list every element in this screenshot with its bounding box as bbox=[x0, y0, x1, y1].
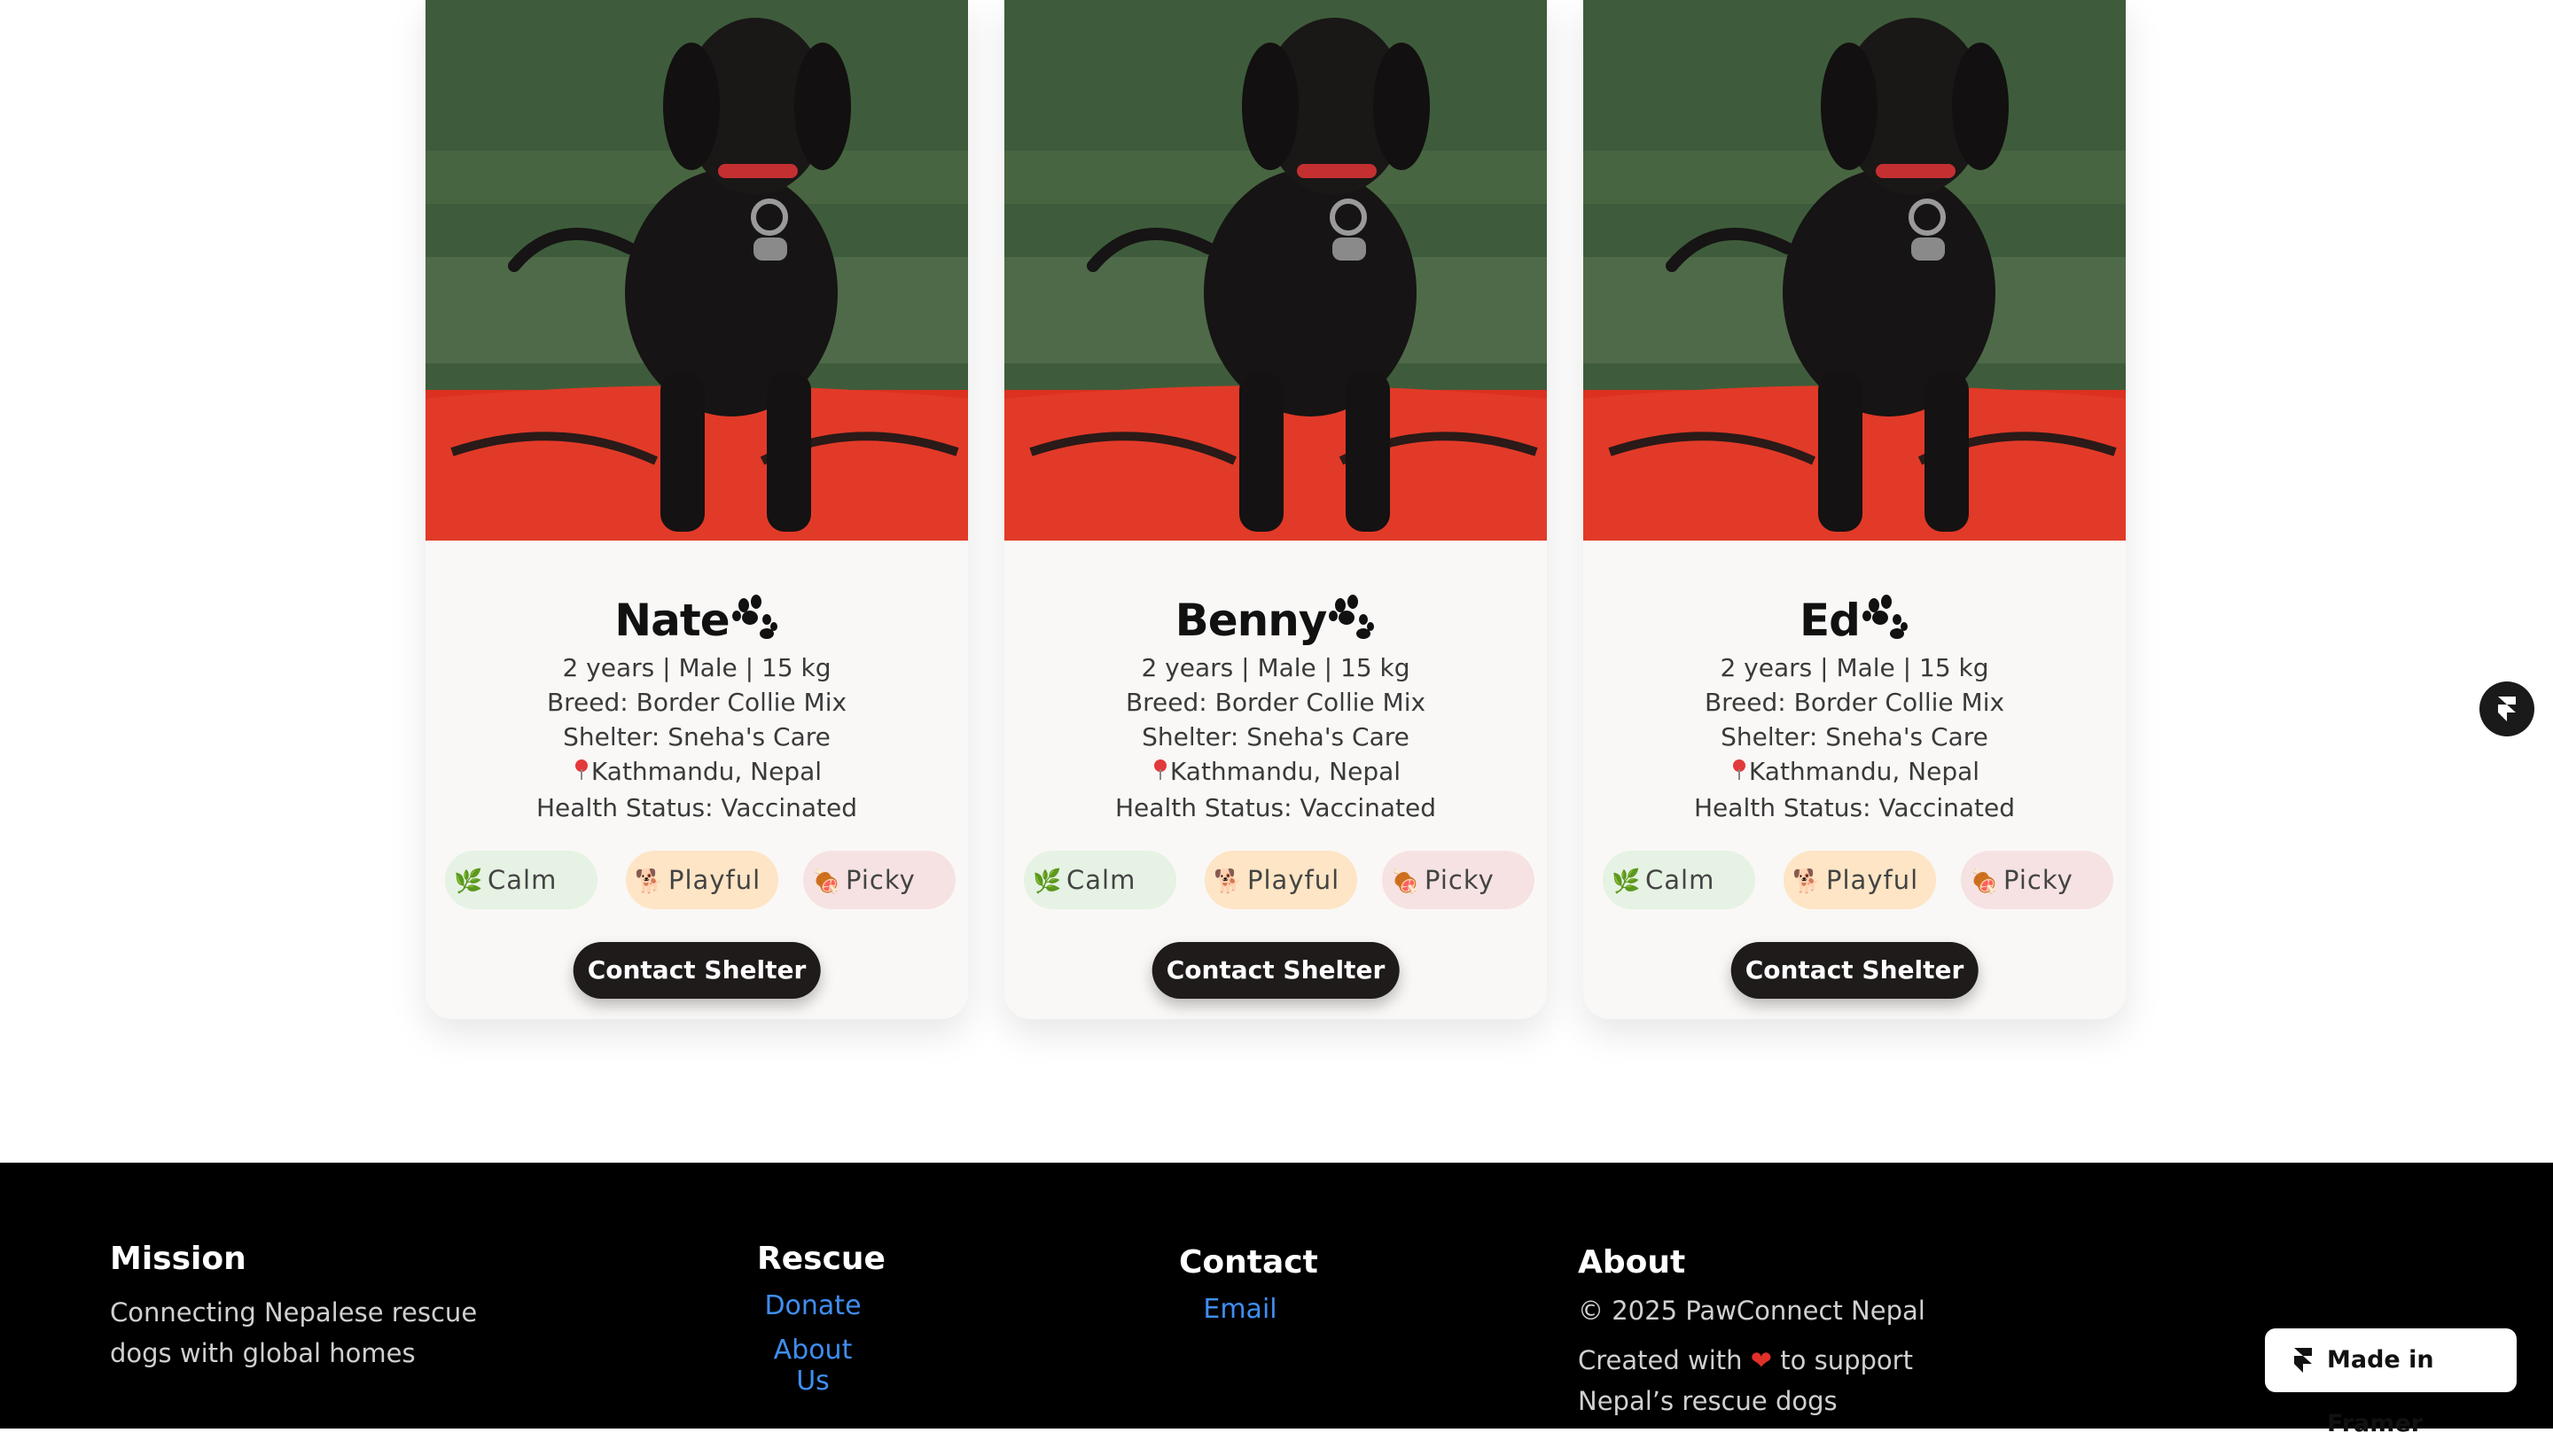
contact-shelter-button[interactable]: Contact Shelter bbox=[573, 942, 821, 999]
paw-prints-icon bbox=[1862, 594, 1909, 654]
dog-photo bbox=[1583, 0, 2126, 541]
black-puppy-on-red-kayak-photo bbox=[426, 0, 968, 541]
tag-playful: 🐕 Playful bbox=[626, 851, 778, 909]
footer-donate-link[interactable]: Donate bbox=[757, 1290, 869, 1321]
temperament-tags: 🌿 Calm 🐕 Playful 🍖 Picky bbox=[1024, 851, 1534, 909]
framer-floating-button[interactable] bbox=[2479, 681, 2534, 736]
footer-contact-heading: Contact bbox=[1179, 1244, 1318, 1281]
tag-calm: 🌿 Calm bbox=[445, 851, 597, 909]
meat-icon: 🍖 bbox=[812, 868, 842, 895]
tag-picky: 🍖 Picky bbox=[803, 851, 956, 909]
dog-shelter: Shelter: Sneha's Care bbox=[1142, 722, 1409, 751]
contact-shelter-button[interactable]: Contact Shelter bbox=[1152, 942, 1400, 999]
contact-shelter-button[interactable]: Contact Shelter bbox=[1730, 942, 1979, 999]
footer-about-heading: About bbox=[1578, 1244, 1686, 1281]
pin-icon bbox=[1151, 756, 1170, 790]
footer-copyright: © 2025 PawConnect Nepal bbox=[1578, 1296, 1925, 1326]
dog-info: Ed 2 years | Male | 15 kg Breed: Border … bbox=[1583, 541, 2126, 825]
footer-mission-text: Connecting Nepalese rescue dogs with glo… bbox=[110, 1297, 478, 1368]
dog-meta: 2 years | Male | 15 kg bbox=[562, 653, 831, 682]
leaf-icon: 🌿 bbox=[454, 868, 484, 895]
dog-info: Benny 2 years | Male | 15 kg Breed: Bord… bbox=[1004, 541, 1547, 825]
black-puppy-on-red-kayak-photo bbox=[1583, 0, 2126, 541]
paw-prints-icon bbox=[1328, 594, 1376, 654]
tag-playful: 🐕 Playful bbox=[1784, 851, 1936, 909]
tag-playful: 🐕 Playful bbox=[1205, 851, 1357, 909]
dog-name: Ed bbox=[1800, 595, 1861, 646]
footer-about-us-link[interactable]: About Us bbox=[757, 1335, 869, 1397]
dog-health: Health Status: Vaccinated bbox=[1694, 792, 2015, 822]
tag-picky: 🍖 Picky bbox=[1961, 851, 2113, 909]
tag-picky: 🍖 Picky bbox=[1382, 851, 1534, 909]
framer-icon bbox=[2498, 697, 2516, 721]
dog-icon: 🐕 bbox=[635, 868, 665, 895]
tag-calm: 🌿 Calm bbox=[1024, 851, 1176, 909]
paw-prints-icon bbox=[731, 594, 779, 654]
pin-icon bbox=[1729, 756, 1749, 790]
heart-icon: ❤ bbox=[1750, 1345, 1773, 1375]
made-in-framer-label: Made in Framer bbox=[2327, 1346, 2434, 1437]
site-footer: Mission Connecting Nepalese rescue dogs … bbox=[0, 1163, 2553, 1429]
dog-card: Nate 2 years | Male | 15 kg Breed: Borde… bbox=[426, 0, 968, 1019]
dog-shelter: Shelter: Sneha's Care bbox=[1721, 722, 1988, 751]
dog-location: Kathmandu, Nepal bbox=[590, 757, 823, 786]
dog-location: Kathmandu, Nepal bbox=[1169, 757, 1401, 786]
dog-icon: 🐕 bbox=[1792, 868, 1823, 895]
leaf-icon: 🌿 bbox=[1612, 868, 1642, 895]
dog-health: Health Status: Vaccinated bbox=[1115, 792, 1436, 822]
dog-card: Benny 2 years | Male | 15 kg Breed: Bord… bbox=[1004, 0, 1547, 1019]
dog-meta: 2 years | Male | 15 kg bbox=[1141, 653, 1410, 682]
temperament-tags: 🌿 Calm 🐕 Playful 🍖 Picky bbox=[1603, 851, 2113, 909]
dog-breed: Breed: Border Collie Mix bbox=[546, 688, 847, 717]
dog-photo bbox=[1004, 0, 1547, 541]
leaf-icon: 🌿 bbox=[1033, 868, 1063, 895]
temperament-tags: 🌿 Calm 🐕 Playful 🍖 Picky bbox=[445, 851, 956, 909]
framer-icon bbox=[2294, 1348, 2312, 1373]
dog-name: Nate bbox=[614, 595, 730, 646]
dog-location: Kathmandu, Nepal bbox=[1748, 757, 1980, 786]
dog-health: Health Status: Vaccinated bbox=[536, 792, 857, 822]
made-in-framer-badge[interactable]: Made in Framer bbox=[2265, 1328, 2517, 1437]
dog-icon: 🐕 bbox=[1214, 868, 1244, 895]
black-puppy-on-red-kayak-photo bbox=[1004, 0, 1547, 541]
dog-info: Nate 2 years | Male | 15 kg Breed: Borde… bbox=[426, 541, 968, 825]
dog-photo bbox=[426, 0, 968, 541]
dog-name: Benny bbox=[1175, 595, 1328, 646]
tag-calm: 🌿 Calm bbox=[1603, 851, 1755, 909]
dog-breed: Breed: Border Collie Mix bbox=[1125, 688, 1426, 717]
dog-meta: 2 years | Male | 15 kg bbox=[1720, 653, 1989, 682]
footer-mission-heading: Mission bbox=[110, 1241, 246, 1277]
footer-email-link[interactable]: Email bbox=[1179, 1294, 1301, 1325]
meat-icon: 🍖 bbox=[1391, 868, 1421, 895]
footer-created-with: Created with ❤ to support Nepal’s rescue… bbox=[1578, 1345, 1913, 1416]
dog-shelter: Shelter: Sneha's Care bbox=[563, 722, 831, 751]
dog-breed: Breed: Border Collie Mix bbox=[1704, 688, 2005, 717]
pin-icon bbox=[572, 756, 591, 790]
dog-card: Ed 2 years | Male | 15 kg Breed: Border … bbox=[1583, 0, 2126, 1019]
footer-rescue-heading: Rescue bbox=[757, 1241, 886, 1277]
meat-icon: 🍖 bbox=[1970, 868, 2000, 895]
